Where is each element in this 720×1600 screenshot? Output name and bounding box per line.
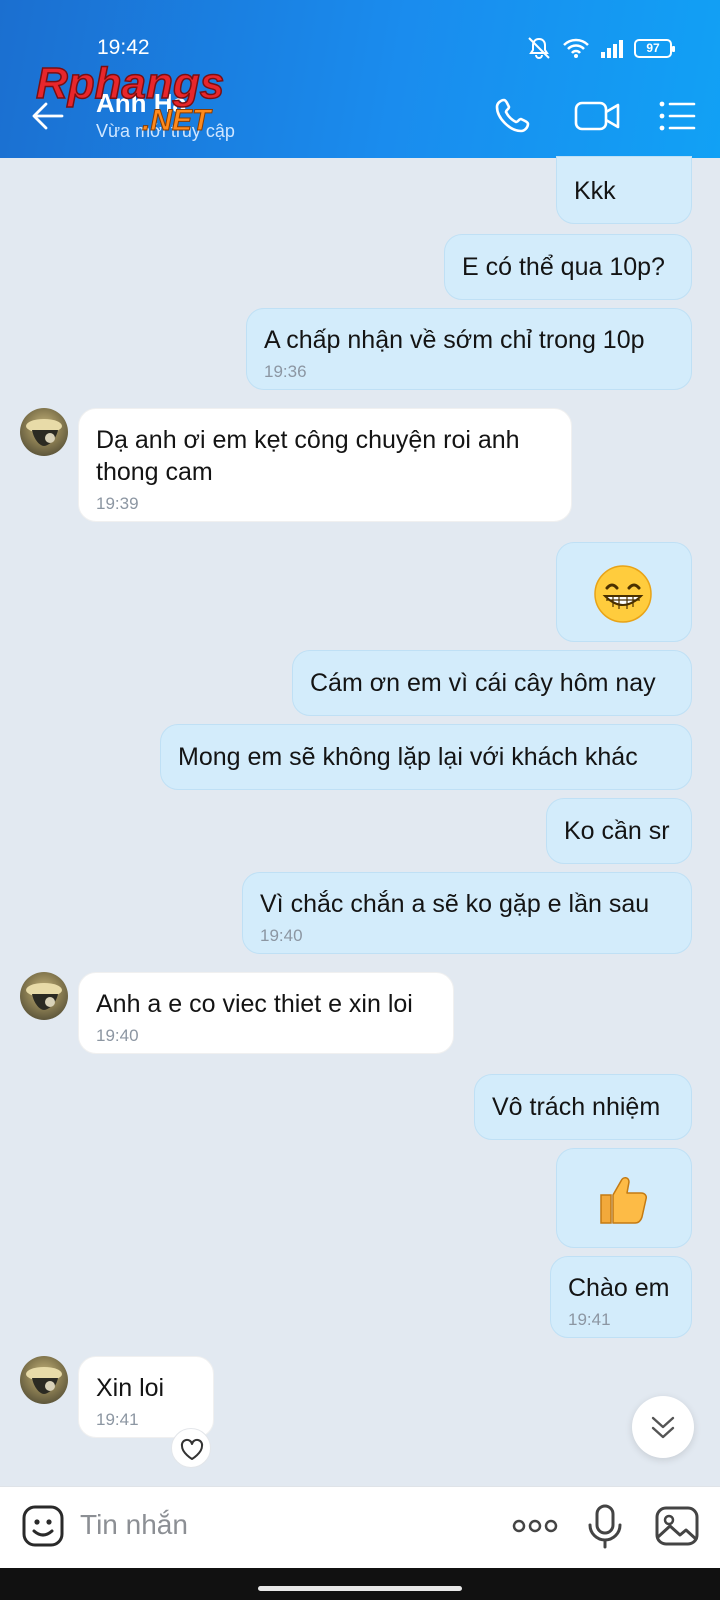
message-bubble-incoming[interactable]: Xin loi 19:41 — [78, 1356, 214, 1438]
status-icons: 97 — [526, 36, 675, 60]
message-input[interactable]: Tin nhắn — [80, 1509, 188, 1541]
message-bubble-outgoing[interactable] — [556, 1148, 692, 1248]
voice-call-icon[interactable] — [490, 94, 540, 138]
message-bubble-incoming[interactable]: Dạ anh ơi em kẹt công chuyện roi anh tho… — [78, 408, 572, 522]
message-text: Anh a e co viec thiet e xin loi — [96, 990, 413, 1018]
message-bubble-outgoing[interactable]: Vô trách nhiệm — [474, 1074, 692, 1140]
scroll-to-bottom-button[interactable] — [632, 1396, 694, 1458]
contact-avatar[interactable] — [20, 972, 68, 1020]
message-text: Cám ơn em vì cái cây hôm nay — [310, 669, 656, 697]
contact-avatar[interactable] — [20, 408, 68, 456]
message-bubble-outgoing[interactable]: Ko cần sr — [546, 798, 692, 864]
message-bubble-outgoing[interactable] — [556, 542, 692, 642]
message-bubble-outgoing[interactable]: E có thể qua 10p? — [444, 234, 692, 300]
message-text: A chấp nhận về sớm chỉ trong 10p — [264, 326, 645, 354]
menu-list-icon[interactable] — [654, 94, 704, 138]
battery-icon: 97 — [634, 38, 675, 58]
message-bubble-incoming[interactable]: Anh a e co viec thiet e xin loi 19:40 — [78, 972, 454, 1054]
message-text: Kkk — [574, 177, 616, 205]
avatar-image — [26, 983, 62, 1010]
video-call-icon[interactable] — [572, 94, 622, 138]
message-timestamp: 19:39 — [96, 494, 139, 513]
svg-text:.NET: .NET — [142, 104, 213, 137]
react-heart-button[interactable] — [171, 1428, 211, 1468]
message-timestamp: 19:36 — [264, 362, 307, 381]
thumbs-up-emoji-icon — [600, 1177, 647, 1224]
message-bubble-outgoing[interactable]: Cám ơn em vì cái cây hôm nay — [292, 650, 692, 716]
message-text: Mong em sẽ không lặp lại với khách khác — [178, 743, 638, 771]
message-bubble-outgoing[interactable]: Mong em sẽ không lặp lại với khách khác — [160, 724, 692, 790]
message-timestamp: 19:41 — [96, 1410, 139, 1429]
message-text: Chào em — [568, 1274, 670, 1302]
message-composer: Tin nhắn — [0, 1486, 720, 1568]
avatar-image — [26, 419, 62, 446]
message-text: Vô trách nhiệm — [492, 1093, 661, 1121]
message-text: Ko cần sr — [564, 817, 670, 845]
message-text: E có thể qua 10p? — [462, 253, 665, 281]
grinning-face-emoji-icon — [594, 565, 652, 623]
sticker-emoji-icon[interactable] — [18, 1501, 68, 1551]
svg-text:Rphangs: Rphangs — [36, 59, 224, 108]
heart-icon — [180, 1438, 204, 1460]
message-bubble-outgoing[interactable]: Kkk — [556, 156, 692, 224]
home-gesture-pill[interactable] — [258, 1586, 462, 1591]
signal-icon — [601, 40, 623, 58]
message-timestamp: 19:40 — [260, 926, 303, 945]
status-time: 19:42 — [97, 36, 150, 59]
message-text: Xin loi — [96, 1374, 165, 1402]
chat-header: 19:42 97 Anh Hà Vừa mới truy cập Rphangs… — [0, 0, 720, 158]
message-timestamp: 19:40 — [96, 1026, 139, 1045]
message-bubble-outgoing[interactable]: Chào em 19:41 — [550, 1256, 692, 1338]
double-chevron-down-icon — [651, 1416, 675, 1439]
message-text: Dạ anh ơi em kẹt công chuyện roi anh tho… — [96, 426, 520, 486]
more-options-icon[interactable] — [510, 1501, 560, 1551]
message-bubble-outgoing[interactable]: Vì chắc chắn a sẽ ko gặp e lần sau 19:40 — [242, 872, 692, 954]
message-text: Vì chắc chắn a sẽ ko gặp e lần sau — [260, 890, 650, 918]
mute-bell-icon — [528, 37, 550, 59]
image-gallery-icon[interactable] — [652, 1501, 702, 1551]
wifi-icon — [563, 38, 589, 58]
message-timestamp: 19:41 — [568, 1310, 611, 1329]
message-bubble-outgoing[interactable]: A chấp nhận về sớm chỉ trong 10p 19:36 — [246, 308, 692, 390]
system-navigation-bar — [0, 1568, 720, 1600]
avatar-image — [26, 1367, 62, 1394]
microphone-icon[interactable] — [580, 1501, 630, 1551]
site-watermark-logo: Rphangs .NET — [35, 58, 225, 137]
contact-avatar[interactable] — [20, 1356, 68, 1404]
